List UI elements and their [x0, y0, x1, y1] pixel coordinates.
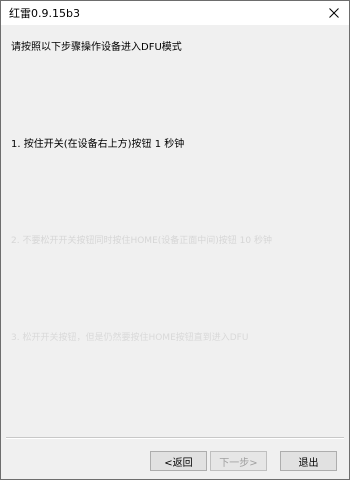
title-bar[interactable]: 红雷0.9.15b3 — [1, 1, 349, 25]
window-title: 红雷0.9.15b3 — [9, 7, 80, 20]
close-icon — [329, 8, 339, 18]
back-button[interactable]: <返回 — [150, 451, 207, 471]
close-button[interactable] — [319, 1, 349, 25]
step-2-text: 2. 不要松开开关按钮同时按住HOME(设备正面中间)按钮 10 秒钟 — [11, 236, 272, 246]
instruction-text: 请按照以下步骤操作设备进入DFU模式 — [11, 42, 182, 53]
next-button[interactable]: 下一步> — [210, 451, 267, 471]
wizard-content: 请按照以下步骤操作设备进入DFU模式 1. 按住开关(在设备右上方)按钮 1 秒… — [1, 25, 349, 427]
step-1-text: 1. 按住开关(在设备右上方)按钮 1 秒钟 — [11, 139, 185, 150]
dfu-wizard-window: 红雷0.9.15b3 请按照以下步骤操作设备进入DFU模式 1. 按住开关(在设… — [0, 0, 350, 480]
exit-button[interactable]: 退出 — [280, 451, 337, 471]
step-3-text: 3. 松开开关按钮，但是仍然要按住HOME按钮直到进入DFU — [11, 333, 249, 343]
button-separator — [6, 437, 344, 439]
